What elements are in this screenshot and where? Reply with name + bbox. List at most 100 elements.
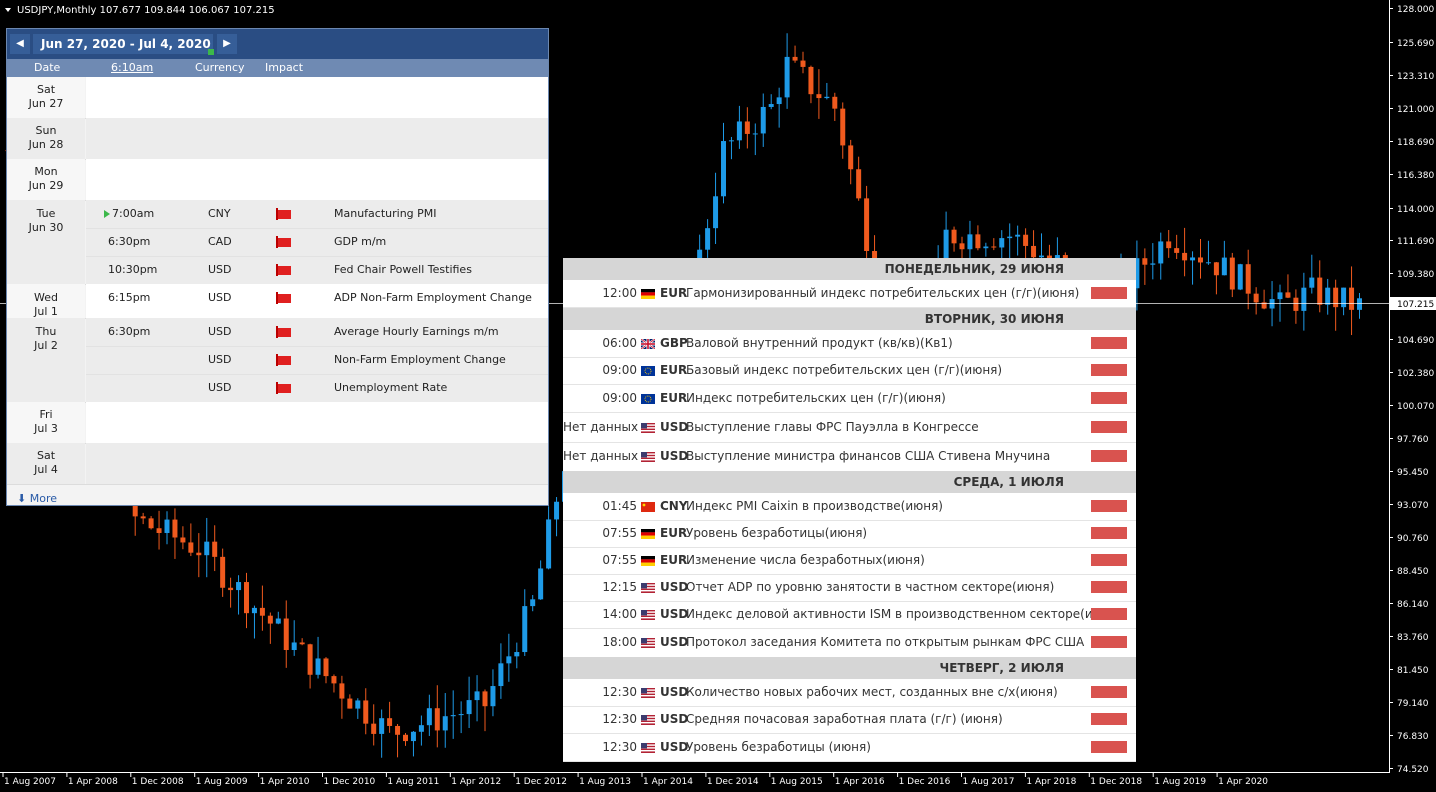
event-row[interactable]: 09:00 EUR Базовый индекс потребительских ц… [563, 357, 1136, 385]
impact-bar [1091, 364, 1127, 376]
flag-us-icon [641, 582, 655, 593]
event-currency: USD [208, 263, 232, 276]
event-row[interactable]: 07:55 EUR Уровень безработицы(июня) [563, 520, 1136, 548]
event-currency: CAD [208, 235, 232, 248]
candle-body [196, 552, 202, 556]
candle-body [172, 519, 178, 538]
price-tick-label: 79.140 [1397, 699, 1429, 709]
event-row[interactable]: 12:30 USD Средняя почасовая заработная пла… [563, 706, 1136, 734]
candle-body [498, 663, 504, 687]
event-title: Средняя почасовая заработная плата (г/г)… [686, 712, 1003, 726]
range-indicator-icon [208, 49, 214, 55]
event-row[interactable]: 12:00 EUR Гармонизированный индекс потреби… [563, 280, 1136, 308]
event-row[interactable]: 14:00 USD Индекс деловой активности ISM в … [563, 601, 1136, 629]
candle-body [331, 676, 337, 684]
week-range[interactable]: Jun 27, 2020 - Jul 4, 2020 [33, 34, 214, 55]
candle-body [371, 723, 377, 734]
candle-body [1349, 287, 1355, 310]
more-link[interactable]: ⬇ More [17, 492, 57, 505]
impact-bar [1091, 500, 1127, 512]
day-date: Jul 4 [34, 463, 58, 476]
candle-body [752, 133, 758, 135]
candle-body [506, 656, 512, 664]
event-time: 14:00 [602, 607, 637, 621]
date-tick-label: 1 Apr 2012 [451, 777, 501, 787]
event-row[interactable]: Нет данных USD Выступление министра финанс… [563, 442, 1136, 472]
candle-body [1325, 287, 1331, 305]
candle-body [1333, 287, 1339, 308]
event-row[interactable]: 07:55 EUR Изменение числа безработных(июня… [563, 547, 1136, 575]
calendar-day-row: Fri Jul 3 [7, 402, 548, 444]
impact-bar [1091, 741, 1127, 753]
event-time: 12:30 [602, 685, 637, 699]
candle-body [267, 615, 273, 624]
day-label: Sat Jul 4 [7, 449, 85, 477]
candle-body [458, 714, 464, 716]
event-time: Нет данных [563, 420, 639, 434]
next-week-button[interactable]: ▶ [217, 34, 237, 54]
calendar-event[interactable]: 6:30pm CAD GDP m/m [86, 228, 548, 257]
price-tick-label: 104.690 [1397, 336, 1434, 346]
dropdown-icon [5, 8, 11, 12]
event-row[interactable]: 12:30 USD Уровень безработицы (июня) [563, 733, 1136, 762]
event-time: 7:00am [112, 207, 155, 220]
more-label: More [29, 492, 57, 505]
day-events: 6:30pm USD Average Hourly Earnings m/m USD N… [86, 318, 548, 402]
candle-body [840, 108, 846, 146]
price-tick-label: 76.830 [1397, 732, 1429, 742]
calendar-event[interactable]: 6:30pm USD Average Hourly Earnings m/m [86, 318, 548, 347]
price-tick-label: 128.000 [1397, 5, 1434, 15]
date-tick-label: 1 Dec 2016 [899, 777, 951, 787]
day-date: Jul 2 [34, 339, 58, 352]
candle-body [299, 642, 305, 645]
candle-body [856, 169, 862, 199]
candle-body [1166, 241, 1172, 249]
event-row[interactable]: 18:00 USD Протокол заседания Комитета по о… [563, 628, 1136, 658]
calendar-event[interactable]: USD Unemployment Rate [86, 374, 548, 402]
date-tick-label: 1 Dec 2018 [1090, 777, 1142, 787]
day-header: ЧЕТВЕРГ, 2 ИЮЛЯ [563, 657, 1136, 679]
date-tick-label: 1 Aug 2013 [579, 777, 631, 787]
prev-week-button[interactable]: ◀ [10, 34, 30, 54]
event-row[interactable]: 12:30 USD Количество новых рабочих мест, с… [563, 679, 1136, 707]
day-label: Thu Jul 2 [7, 325, 85, 353]
impact-bar [1091, 686, 1127, 698]
price-tick-label: 95.450 [1397, 468, 1429, 478]
candle-body [148, 518, 154, 529]
calendar-day-row: Wed Jul 1 6:15pm USD ADP Non-Farm Employment… [7, 284, 548, 319]
calendar-event[interactable]: 7:00am CNY Manufacturing PMI [86, 200, 548, 229]
day-events [86, 118, 548, 159]
candle-body [999, 238, 1005, 248]
candle-body [434, 708, 440, 731]
flag-de-icon [641, 528, 655, 539]
candle-body [212, 541, 218, 557]
price-tick-label: 123.310 [1397, 72, 1434, 82]
event-title: Индекс PMI Caixin в производстве(июня) [686, 499, 943, 513]
date-tick-label: 1 Dec 2008 [132, 777, 184, 787]
candle-body [164, 519, 170, 533]
event-row[interactable]: 09:00 EUR Индекс потребительских цен (г/г)… [563, 384, 1136, 413]
event-title: Валовой внутренний продукт (кв/кв)(Кв1) [686, 336, 953, 350]
event-currency: USD [660, 420, 689, 434]
calendar-event[interactable]: USD Non-Farm Employment Change [86, 346, 548, 375]
date-tick-label: 1 Aug 2015 [771, 777, 823, 787]
event-currency: USD [660, 580, 689, 594]
column-time[interactable]: 6:10am [111, 61, 153, 74]
event-row[interactable]: 06:00 GBP Валовой внутренний продукт (кв/к… [563, 330, 1136, 358]
event-row[interactable]: 01:45 CNY Индекс PMI Caixin в производстве… [563, 493, 1136, 521]
candle-body [474, 691, 480, 701]
calendar-event[interactable]: 6:15pm USD ADP Non-Farm Employment Change [86, 284, 548, 312]
event-time: 10:30pm [108, 263, 158, 276]
event-time: 12:30 [602, 740, 637, 754]
calendar-event[interactable]: 10:30pm USD Fed Chair Powell Testifies [86, 256, 548, 284]
event-time: Нет данных [563, 449, 639, 463]
event-row[interactable]: Нет данных USD Выступление главы ФРС Пауэл… [563, 413, 1136, 443]
day-of-week: Sat [36, 449, 56, 462]
impact-bar [1091, 608, 1127, 620]
event-currency: EUR [660, 286, 688, 300]
event-row[interactable]: 12:15 USD Отчет ADP по уровню занятости в … [563, 574, 1136, 602]
chart-header: USDJPY,Monthly 107.677 109.844 106.067 1… [5, 5, 275, 16]
time-axis: 1 Aug 2007 1 Apr 2008 1 Dec 2008 1 Aug 2009… [2, 772, 1268, 787]
candle-body [204, 541, 210, 556]
candle-body [291, 642, 297, 651]
